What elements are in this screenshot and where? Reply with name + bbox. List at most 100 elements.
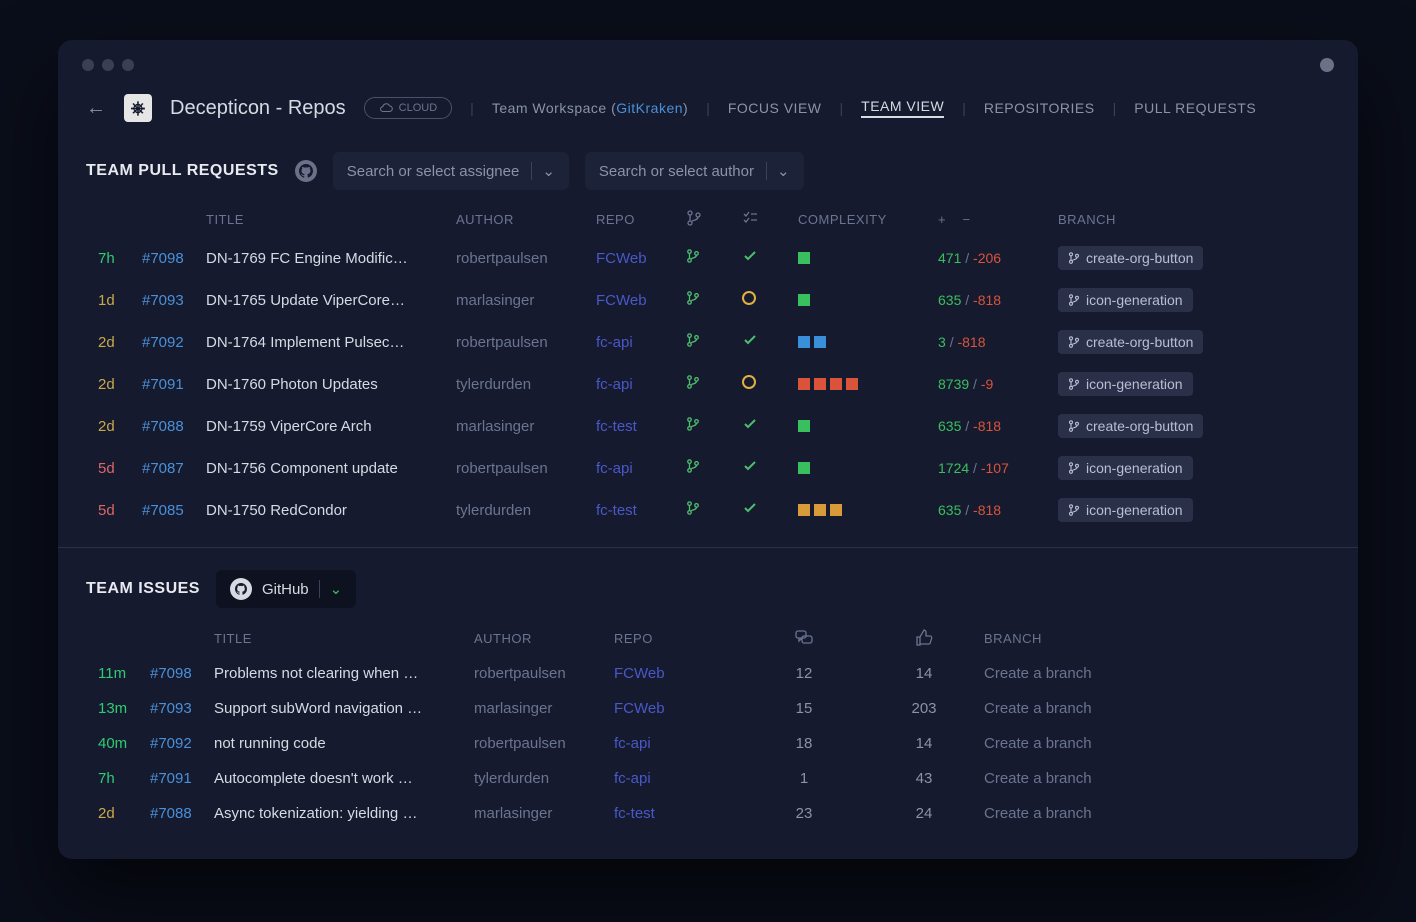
create-branch-link[interactable]: Create a branch [984, 805, 1164, 822]
pr-branch-tag[interactable]: icon-generation [1058, 498, 1193, 522]
issue-repo[interactable]: FCWeb [614, 700, 744, 717]
pr-title[interactable]: DN-1759 ViperCore Arch [206, 418, 456, 435]
nav-team-view[interactable]: TEAM VIEW [861, 98, 944, 118]
issue-number[interactable]: #7092 [150, 735, 214, 752]
pr-number[interactable]: #7087 [142, 460, 206, 477]
issue-thumbs: 14 [864, 735, 984, 752]
issue-row[interactable]: 11m#7098Problems not clearing when …robe… [86, 656, 1330, 691]
header: ← ⎈ Decepticon - Repos CLOUD | Team Work… [58, 82, 1358, 140]
pr-repo[interactable]: fc-test [596, 502, 686, 519]
issue-repo[interactable]: fc-api [614, 770, 744, 787]
nav-repositories[interactable]: REPOSITORIES [984, 100, 1095, 116]
pr-row[interactable]: 7h#7098DN-1769 FC Engine Modific…robertp… [86, 237, 1330, 279]
issue-title[interactable]: Autocomplete doesn't work … [214, 770, 474, 787]
divider [58, 547, 1358, 548]
pr-number[interactable]: #7085 [142, 502, 206, 519]
pr-number[interactable]: #7088 [142, 418, 206, 435]
issue-repo[interactable]: FCWeb [614, 665, 744, 682]
pr-author: marlasinger [456, 292, 596, 309]
pr-age: 2d [98, 376, 142, 393]
window-controls[interactable] [82, 59, 134, 71]
pr-row[interactable]: 1d#7093DN-1765 Update ViperCore…marlasin… [86, 279, 1330, 321]
create-branch-link[interactable]: Create a branch [984, 735, 1164, 752]
pr-title[interactable]: DN-1769 FC Engine Modific… [206, 250, 456, 267]
issue-author: robertpaulsen [474, 735, 614, 752]
issue-row[interactable]: 13m#7093Support subWord navigation …marl… [86, 691, 1330, 726]
pr-title[interactable]: DN-1760 Photon Updates [206, 376, 456, 393]
author-select[interactable]: Search or select author ⌄ [585, 152, 804, 190]
pr-row[interactable]: 2d#7088DN-1759 ViperCore Archmarlasinger… [86, 405, 1330, 447]
chevron-down-icon: ⌄ [766, 162, 790, 180]
pr-row[interactable]: 5d#7087DN-1756 Component updaterobertpau… [86, 447, 1330, 489]
team-workspace-label: Team Workspace (GitKraken) [492, 100, 688, 116]
pr-author: tylerdurden [456, 502, 596, 519]
pr-branch-tag[interactable]: create-org-button [1058, 246, 1203, 270]
gitkraken-link[interactable]: GitKraken [616, 100, 683, 116]
issue-number[interactable]: #7088 [150, 805, 214, 822]
issue-row[interactable]: 7h#7091Autocomplete doesn't work …tylerd… [86, 761, 1330, 796]
issue-title[interactable]: Async tokenization: yielding … [214, 805, 474, 822]
app-window: ← ⎈ Decepticon - Repos CLOUD | Team Work… [58, 40, 1358, 859]
issue-comments: 1 [744, 770, 864, 787]
pr-number[interactable]: #7091 [142, 376, 206, 393]
back-arrow-icon[interactable]: ← [86, 97, 106, 120]
pr-diff: 3 / -818 [938, 334, 1058, 350]
issue-number[interactable]: #7091 [150, 770, 214, 787]
pr-row[interactable]: 5d#7085DN-1750 RedCondortylerdurdenfc-te… [86, 489, 1330, 531]
assignee-select[interactable]: Search or select assignee ⌄ [333, 152, 569, 190]
issue-author: marlasinger [474, 700, 614, 717]
pr-number[interactable]: #7093 [142, 292, 206, 309]
issue-number[interactable]: #7098 [150, 665, 214, 682]
pr-row[interactable]: 2d#7092DN-1764 Implement Pulsec…robertpa… [86, 321, 1330, 363]
issue-provider-select[interactable]: GitHub ⌄ [216, 570, 356, 608]
pr-complexity [798, 294, 938, 306]
comments-header-icon [744, 628, 864, 648]
pr-repo[interactable]: FCWeb [596, 250, 686, 267]
issue-age: 13m [98, 700, 150, 717]
pr-number[interactable]: #7098 [142, 250, 206, 267]
pr-title[interactable]: DN-1750 RedCondor [206, 502, 456, 519]
issue-thumbs: 14 [864, 665, 984, 682]
branch-icon [686, 249, 742, 267]
pr-repo[interactable]: fc-api [596, 334, 686, 351]
nav-pull-requests[interactable]: PULL REQUESTS [1134, 100, 1256, 116]
pr-title[interactable]: DN-1756 Component update [206, 460, 456, 477]
pr-repo[interactable]: FCWeb [596, 292, 686, 309]
pr-branch-tag[interactable]: icon-generation [1058, 372, 1193, 396]
issue-thumbs: 24 [864, 805, 984, 822]
pr-complexity [798, 336, 938, 348]
pr-repo[interactable]: fc-api [596, 376, 686, 393]
pr-diff: 635 / -818 [938, 292, 1058, 308]
issue-title[interactable]: Problems not clearing when … [214, 665, 474, 682]
create-branch-link[interactable]: Create a branch [984, 770, 1164, 787]
pr-branch-tag[interactable]: icon-generation [1058, 288, 1193, 312]
issue-number[interactable]: #7093 [150, 700, 214, 717]
chevron-down-icon: ⌄ [531, 162, 555, 180]
issue-repo[interactable]: fc-test [614, 805, 744, 822]
branch-icon [686, 291, 742, 309]
pr-title[interactable]: DN-1764 Implement Pulsec… [206, 334, 456, 351]
pr-title[interactable]: DN-1765 Update ViperCore… [206, 292, 456, 309]
pr-repo[interactable]: fc-test [596, 418, 686, 435]
pr-diff: 471 / -206 [938, 250, 1058, 266]
pr-diff: 635 / -818 [938, 418, 1058, 434]
pr-age: 5d [98, 460, 142, 477]
nav-focus-view[interactable]: FOCUS VIEW [728, 100, 822, 116]
issue-row[interactable]: 2d#7088Async tokenization: yielding …mar… [86, 796, 1330, 831]
issues-section: TEAM ISSUES GitHub ⌄ TITLE AUTHOR REPO B… [58, 558, 1358, 859]
pr-repo[interactable]: fc-api [596, 460, 686, 477]
create-branch-link[interactable]: Create a branch [984, 665, 1164, 682]
pr-status-icon [742, 332, 798, 352]
pr-branch-tag[interactable]: icon-generation [1058, 456, 1193, 480]
issue-title[interactable]: not running code [214, 735, 474, 752]
pr-branch-tag[interactable]: create-org-button [1058, 414, 1203, 438]
issue-row[interactable]: 40m#7092not running coderobertpaulsenfc-… [86, 726, 1330, 761]
cloud-badge: CLOUD [364, 97, 453, 119]
pr-branch-tag[interactable]: create-org-button [1058, 330, 1203, 354]
pr-row[interactable]: 2d#7091DN-1760 Photon Updatestylerdurden… [86, 363, 1330, 405]
issue-comments: 12 [744, 665, 864, 682]
pr-number[interactable]: #7092 [142, 334, 206, 351]
issue-repo[interactable]: fc-api [614, 735, 744, 752]
issue-title[interactable]: Support subWord navigation … [214, 700, 474, 717]
create-branch-link[interactable]: Create a branch [984, 700, 1164, 717]
